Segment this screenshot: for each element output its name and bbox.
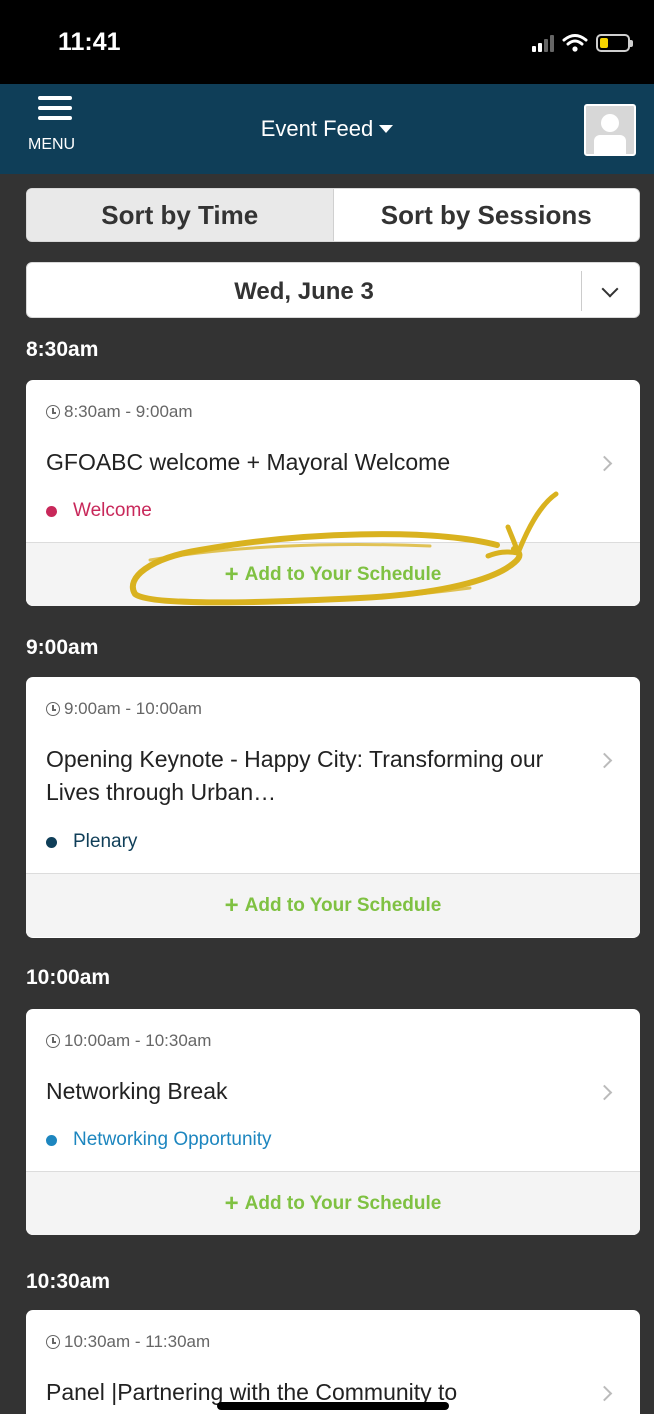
annotation-scribble: [129, 491, 559, 606]
home-indicator: [217, 1402, 449, 1410]
